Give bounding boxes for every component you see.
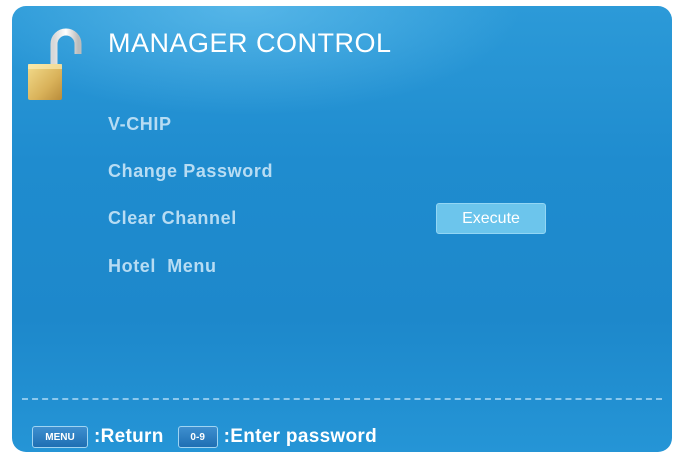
menu-item-change-password[interactable]: Change Password (108, 161, 273, 182)
menu-item-v-chip[interactable]: V-CHIP (108, 114, 172, 135)
enter-password-hint: :Enter password (223, 426, 378, 447)
execute-button[interactable]: Execute (436, 203, 546, 234)
return-hint: :Return (94, 426, 164, 447)
digits-key-badge: 0-9 (177, 426, 218, 448)
menu-key-badge: MENU (32, 426, 88, 448)
page-title: MANAGER CONTROL (108, 28, 392, 58)
menu-item-clear-channel[interactable]: Clear Channel (108, 208, 237, 229)
divider (22, 398, 662, 400)
key-hint-bar: MENU :Return 0-9 :Enter password (32, 424, 377, 450)
menu-item-hotel-menu[interactable]: Hotel Menu (108, 256, 217, 277)
padlock-open-icon (28, 28, 82, 100)
manager-control-screen: MANAGER CONTROL V-CHIP Change Password C… (12, 6, 672, 452)
